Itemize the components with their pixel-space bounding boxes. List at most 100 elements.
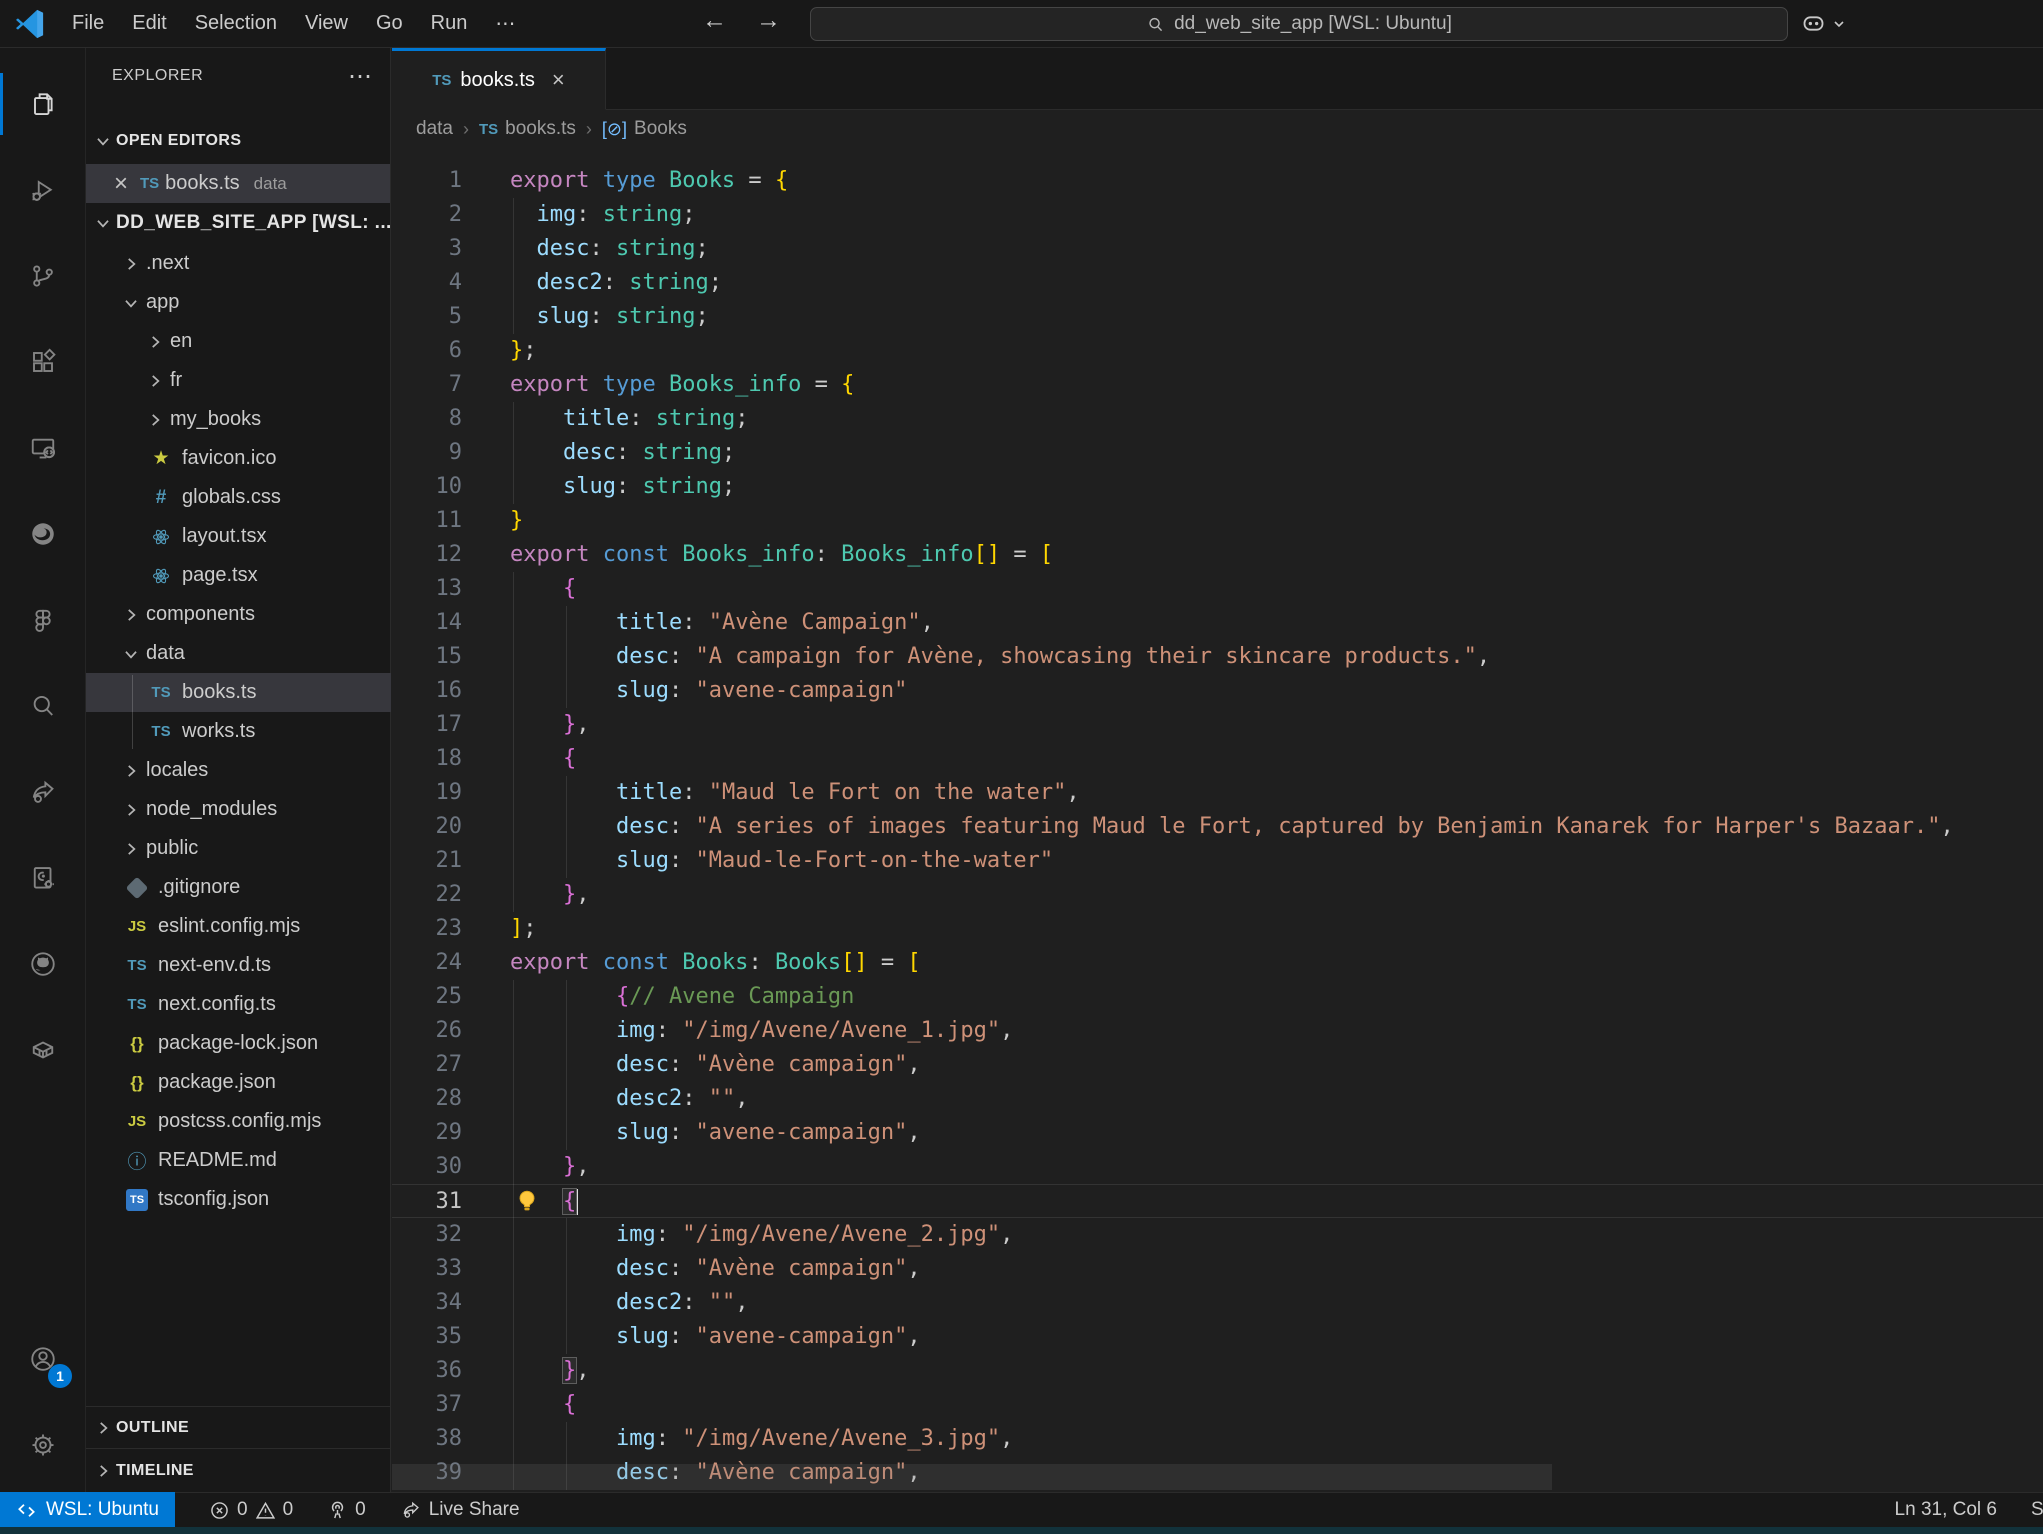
close-icon[interactable]: × <box>108 170 134 198</box>
code-line-31[interactable]: 31 { <box>392 1184 2043 1218</box>
tab-books-ts[interactable]: TS books.ts × <box>392 48 606 110</box>
code-line-38[interactable]: 38 img: "/img/Avene/Avene_3.jpg", <box>392 1422 2043 1456</box>
breadcrumb-item-books[interactable]: [⊘]Books <box>602 118 687 140</box>
tree-item-data[interactable]: data <box>86 634 391 673</box>
tree-item-layout-tsx[interactable]: layout.tsx <box>86 517 391 556</box>
activity-remote-explorer-icon[interactable] <box>0 405 86 491</box>
horizontal-scrollbar[interactable] <box>392 1464 1552 1490</box>
code-line-1[interactable]: 1export type Books = { <box>392 164 2043 198</box>
code-line-36[interactable]: 36 }, <box>392 1354 2043 1388</box>
code-line-27[interactable]: 27 desc: "Avène campaign", <box>392 1048 2043 1082</box>
code-line-3[interactable]: 3 desc: string; <box>392 232 2043 266</box>
line-number[interactable]: 29 <box>392 1116 462 1150</box>
code-line-15[interactable]: 15 desc: "A campaign for Avène, showcasi… <box>392 640 2043 674</box>
code-line-33[interactable]: 33 desc: "Avène campaign", <box>392 1252 2043 1286</box>
code-line-18[interactable]: 18 { <box>392 742 2043 776</box>
line-number[interactable]: 28 <box>392 1082 462 1116</box>
cursor-position[interactable]: Ln 31, Col 6 <box>1895 1499 1997 1521</box>
code-line-37[interactable]: 37 { <box>392 1388 2043 1422</box>
tree-item-en[interactable]: en <box>86 322 391 361</box>
line-number[interactable]: 9 <box>392 436 462 470</box>
live-share-button[interactable]: Live Share <box>400 1499 520 1521</box>
line-number[interactable]: 2 <box>392 198 462 232</box>
activity-figma-icon[interactable] <box>0 577 86 663</box>
code-line-28[interactable]: 28 desc2: "", <box>392 1082 2043 1116</box>
activity-live-share-icon[interactable] <box>0 749 86 835</box>
code-line-9[interactable]: 9 desc: string; <box>392 436 2043 470</box>
tree-item-favicon-ico[interactable]: ★favicon.ico <box>86 439 391 478</box>
line-number[interactable]: 38 <box>392 1422 462 1456</box>
remote-indicator[interactable]: WSL: Ubuntu <box>0 1492 175 1527</box>
line-number[interactable]: 31 <box>392 1185 462 1217</box>
code-line-25[interactable]: 25 {// Avene Campaign <box>392 980 2043 1014</box>
line-number[interactable]: 16 <box>392 674 462 708</box>
menu-item-[interactable]: ⋯ <box>481 5 529 42</box>
code-line-17[interactable]: 17 }, <box>392 708 2043 742</box>
line-number[interactable]: 14 <box>392 606 462 640</box>
menu-item-selection[interactable]: Selection <box>181 6 291 41</box>
code-line-35[interactable]: 35 slug: "avene-campaign", <box>392 1320 2043 1354</box>
tree-item-postcss-config-mjs[interactable]: JSpostcss.config.mjs <box>86 1102 391 1141</box>
line-number[interactable]: 33 <box>392 1252 462 1286</box>
code-line-26[interactable]: 26 img: "/img/Avene/Avene_1.jpg", <box>392 1014 2043 1048</box>
line-number[interactable]: 32 <box>392 1218 462 1252</box>
code-line-13[interactable]: 13 { <box>392 572 2043 606</box>
line-number[interactable]: 22 <box>392 878 462 912</box>
line-number[interactable]: 13 <box>392 572 462 606</box>
outline-panel-header[interactable]: OUTLINE <box>86 1406 391 1448</box>
code-editor[interactable]: 1export type Books = {2 img: string;3 de… <box>392 148 2043 1492</box>
tree-item-tsconfig-json[interactable]: TStsconfig.json <box>86 1180 391 1219</box>
line-number[interactable]: 17 <box>392 708 462 742</box>
line-number[interactable]: 20 <box>392 810 462 844</box>
line-number[interactable]: 6 <box>392 334 462 368</box>
code-line-6[interactable]: 6}; <box>392 334 2043 368</box>
timeline-panel-header[interactable]: TIMELINE <box>86 1448 391 1492</box>
activity-search-icon[interactable] <box>0 663 86 749</box>
tree-item-globals-css[interactable]: #globals.css <box>86 478 391 517</box>
activity-code-runner-icon[interactable] <box>0 835 86 921</box>
menu-item-go[interactable]: Go <box>362 6 417 41</box>
line-number[interactable]: 24 <box>392 946 462 980</box>
lightbulb-icon[interactable] <box>514 1188 540 1214</box>
code-line-10[interactable]: 10 slug: string; <box>392 470 2043 504</box>
activity-docker-icon[interactable] <box>0 1007 86 1093</box>
tree-item-readme-md[interactable]: ⓘREADME.md <box>86 1141 391 1180</box>
menu-item-view[interactable]: View <box>291 6 362 41</box>
activity-extensions-icon[interactable] <box>0 319 86 405</box>
tree-item-app[interactable]: app <box>86 283 391 322</box>
open-editor-item-books-ts[interactable]: × TS books.ts data <box>86 164 390 203</box>
code-line-8[interactable]: 8 title: string; <box>392 402 2043 436</box>
activity-settings-icon[interactable] <box>0 1402 86 1488</box>
line-number[interactable]: 37 <box>392 1388 462 1422</box>
open-editors-header[interactable]: OPEN EDITORS <box>86 124 390 158</box>
line-number[interactable]: 25 <box>392 980 462 1014</box>
nav-forward-icon[interactable]: → <box>756 6 781 35</box>
code-line-7[interactable]: 7export type Books_info = { <box>392 368 2043 402</box>
activity-account-icon[interactable]: 1 <box>0 1316 86 1402</box>
tree-item-next-env-d-ts[interactable]: TSnext-env.d.ts <box>86 946 391 985</box>
line-number[interactable]: 8 <box>392 402 462 436</box>
activity-edge-browser-icon[interactable] <box>0 491 86 577</box>
line-number[interactable]: 35 <box>392 1320 462 1354</box>
activity-explorer-icon[interactable] <box>0 61 86 147</box>
code-line-21[interactable]: 21 slug: "Maud-le-Fort-on-the-water" <box>392 844 2043 878</box>
line-number[interactable]: 7 <box>392 368 462 402</box>
breadcrumb-item-data[interactable]: data <box>416 118 453 140</box>
line-number[interactable]: 12 <box>392 538 462 572</box>
code-line-12[interactable]: 12export const Books_info: Books_info[] … <box>392 538 2043 572</box>
code-line-14[interactable]: 14 title: "Avène Campaign", <box>392 606 2043 640</box>
line-number[interactable]: 10 <box>392 470 462 504</box>
tree-item-locales[interactable]: locales <box>86 751 391 790</box>
menu-item-edit[interactable]: Edit <box>118 6 180 41</box>
code-line-22[interactable]: 22 }, <box>392 878 2043 912</box>
line-number[interactable]: 30 <box>392 1150 462 1184</box>
line-number[interactable]: 3 <box>392 232 462 266</box>
activity-run-debug-icon[interactable] <box>0 147 86 233</box>
line-number[interactable]: 11 <box>392 504 462 538</box>
copilot-menu[interactable] <box>1800 10 1846 37</box>
breadcrumb-item-books-ts[interactable]: TSbooks.ts <box>479 118 576 140</box>
tree-item-page-tsx[interactable]: page.tsx <box>86 556 391 595</box>
line-number[interactable]: 36 <box>392 1354 462 1388</box>
problems-indicator[interactable]: 0 0 <box>209 1499 293 1521</box>
menu-item-run[interactable]: Run <box>417 6 482 41</box>
